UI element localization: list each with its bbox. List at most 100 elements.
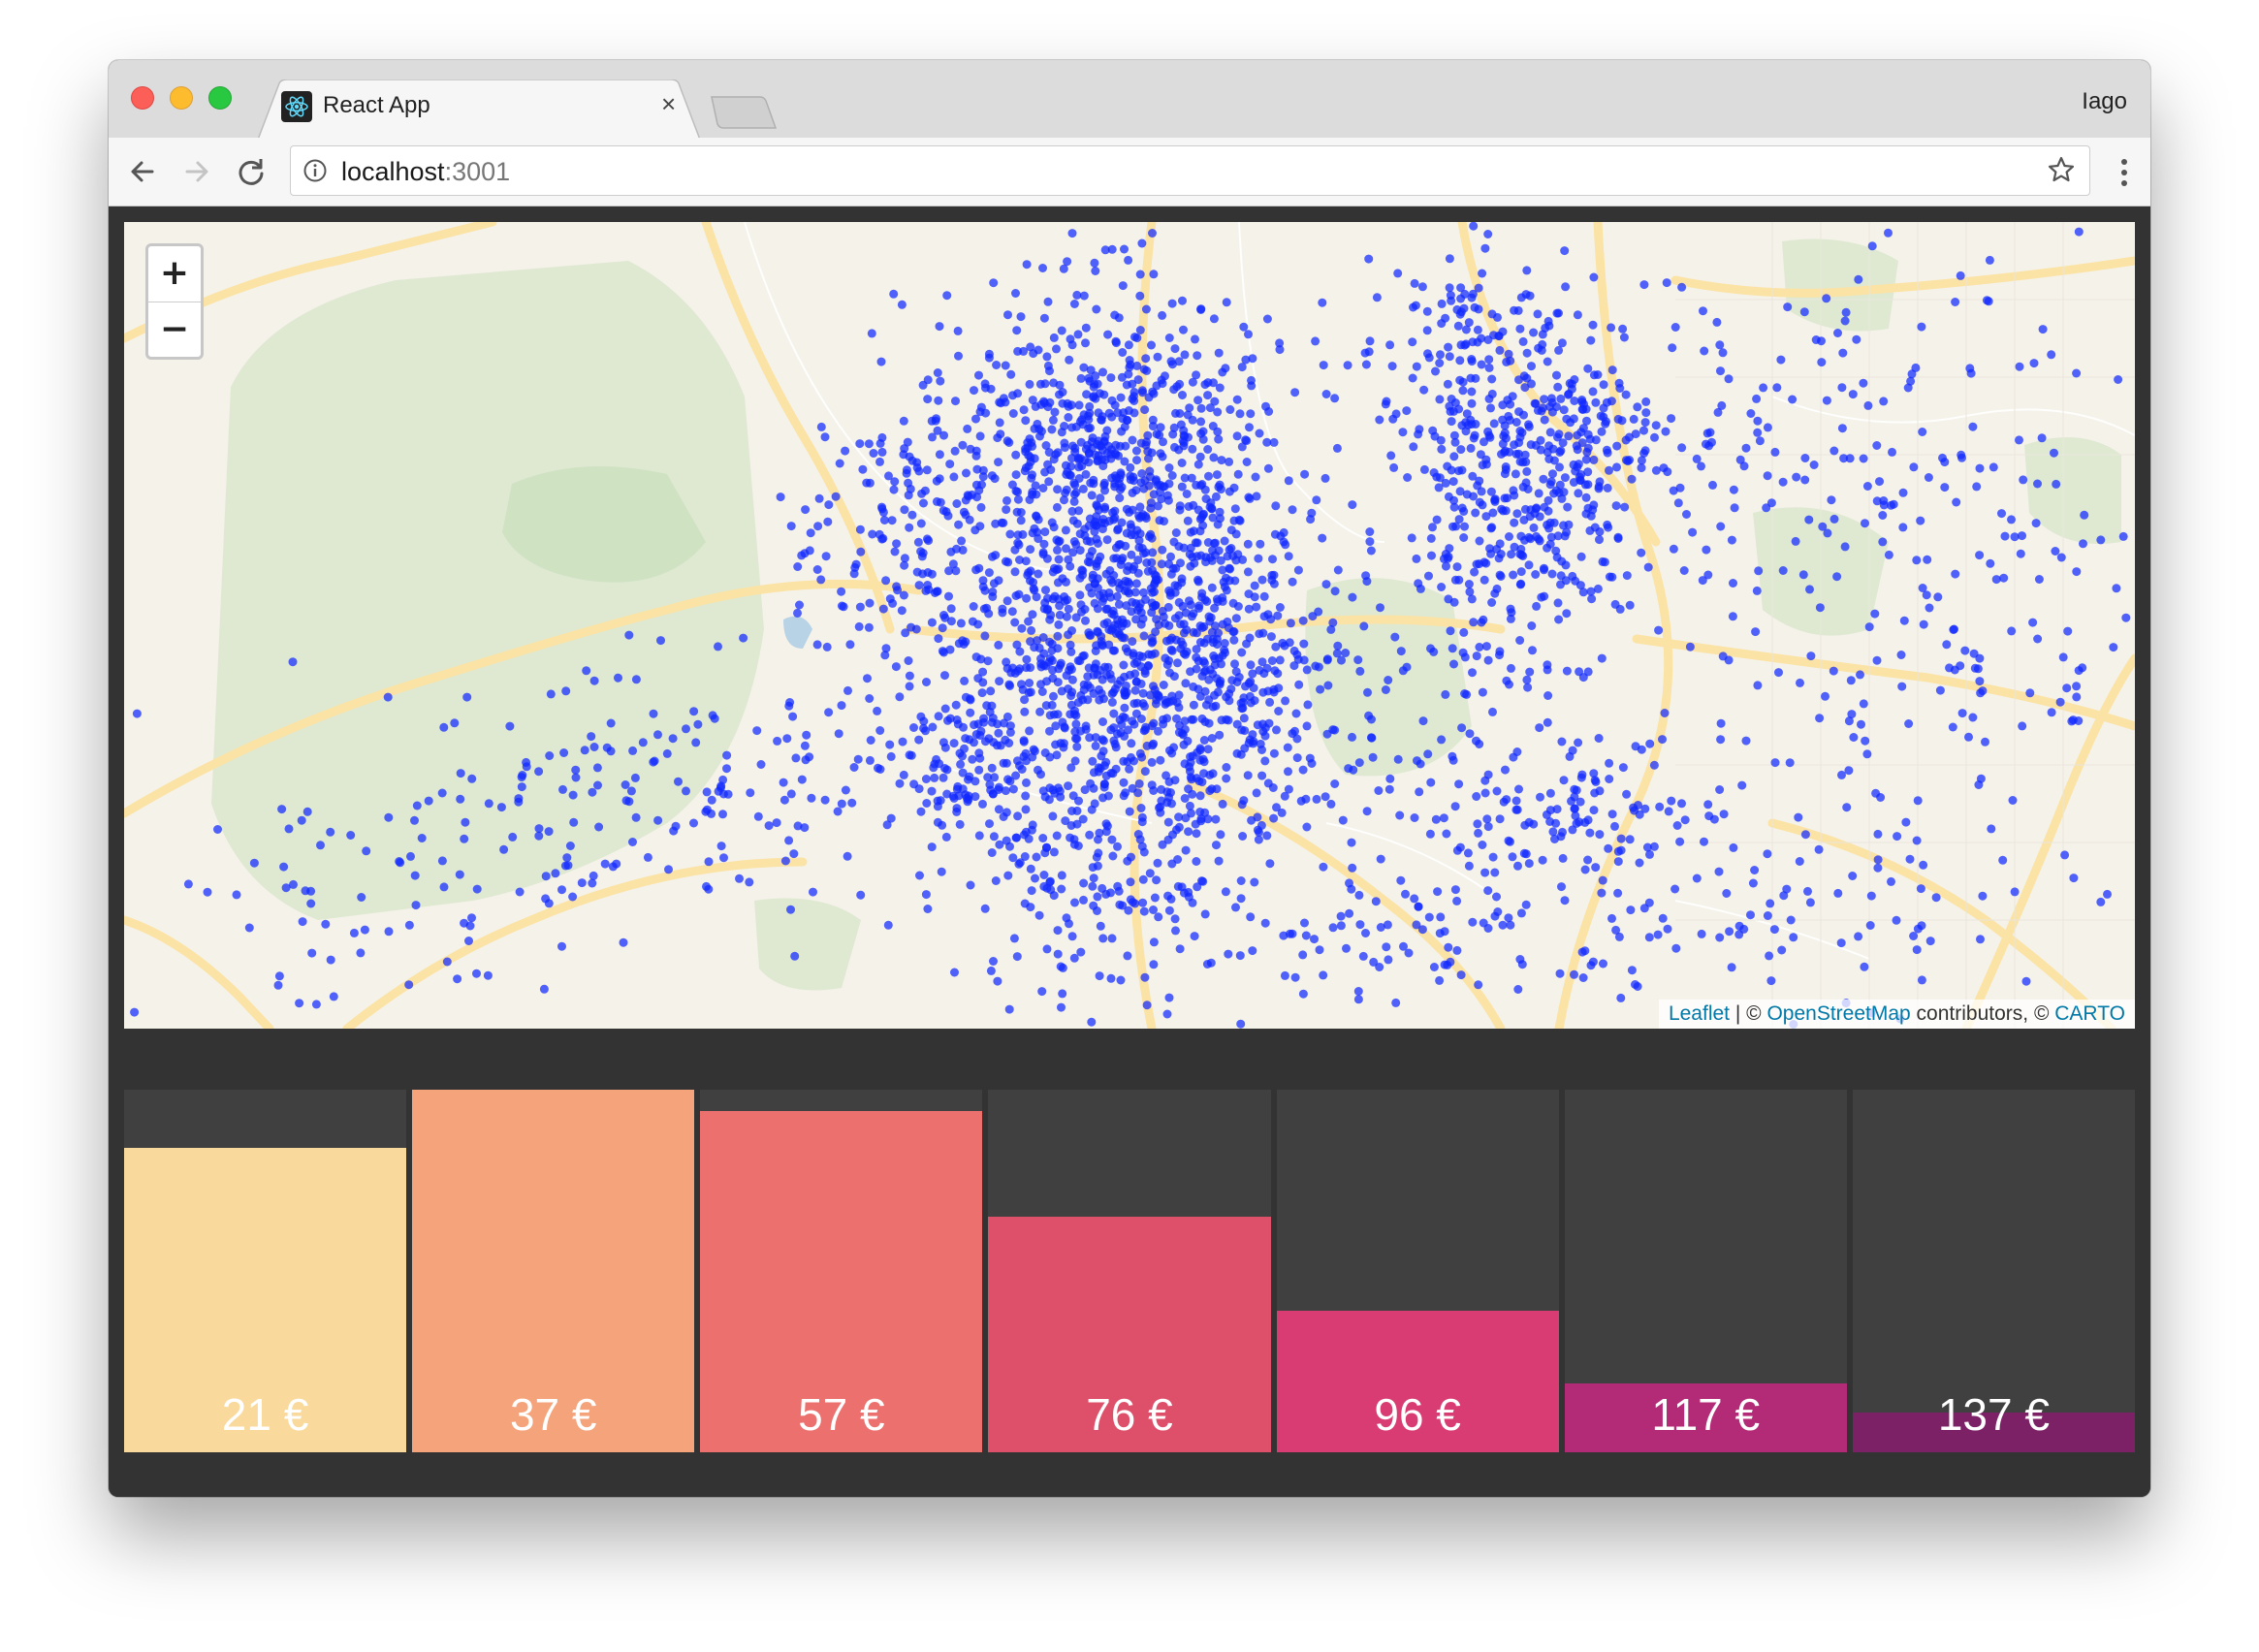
listing-point (1715, 340, 1725, 350)
listing-point (1114, 540, 1124, 550)
listing-point (950, 968, 959, 977)
window-maximize-button[interactable] (208, 86, 232, 110)
listing-point (1269, 813, 1279, 823)
listing-point (1228, 627, 1238, 637)
listing-point (785, 698, 795, 707)
listing-point (1203, 378, 1213, 388)
listing-point (1626, 905, 1636, 915)
listing-point (1032, 852, 1041, 862)
price-bar[interactable]: 37 € (412, 1090, 695, 1452)
listing-point (1418, 716, 1428, 726)
listing-point (1506, 399, 1515, 409)
listing-point (939, 773, 948, 782)
info-icon[interactable] (302, 158, 328, 183)
listing-point (1065, 355, 1074, 365)
listing-point (1557, 556, 1567, 566)
listing-point (812, 640, 822, 650)
listing-point (1602, 397, 1611, 407)
new-tab-button[interactable] (710, 95, 778, 130)
tab-close-icon[interactable]: × (661, 91, 676, 116)
listing-point (1166, 552, 1175, 561)
listing-point (1092, 304, 1101, 314)
listing-point (1009, 934, 1019, 943)
listing-point (790, 951, 800, 961)
listing-point (1510, 518, 1519, 527)
listing-point (2096, 535, 2106, 545)
price-bar[interactable]: 21 € (124, 1090, 407, 1452)
listing-point (897, 606, 907, 616)
map[interactable]: + − Leaflet | © OpenStreetMap contributo… (124, 222, 2135, 1029)
listing-point (1631, 429, 1640, 439)
listing-point (1280, 641, 1289, 651)
listing-point (1495, 814, 1505, 824)
listing-point (1193, 396, 1203, 405)
listing-point (1259, 591, 1269, 601)
listing-point (1540, 395, 1549, 404)
leaflet-link[interactable]: Leaflet (1669, 1002, 1730, 1025)
profile-name[interactable]: Iago (2082, 88, 2127, 115)
listing-point (1867, 241, 1877, 251)
price-bar[interactable]: 117 € (1564, 1090, 1847, 1452)
listing-point (1401, 889, 1410, 899)
listing-point (562, 853, 572, 863)
listing-point (1220, 536, 1229, 546)
openstreetmap-link[interactable]: OpenStreetMap (1766, 1002, 1910, 1025)
bookmark-star-icon[interactable] (2047, 155, 2076, 184)
listing-point (1887, 876, 1895, 886)
carto-link[interactable]: CARTO (2054, 1002, 2125, 1025)
listing-point (1284, 552, 1293, 561)
listing-point (326, 955, 335, 965)
listing-point (1919, 620, 1928, 629)
listing-point (1216, 830, 1225, 840)
reload-icon[interactable] (235, 155, 268, 188)
window-minimize-button[interactable] (170, 86, 193, 110)
listing-point (1211, 492, 1221, 501)
listing-point (930, 759, 939, 769)
listing-point (1751, 627, 1761, 637)
kebab-menu-icon[interactable] (2119, 157, 2129, 188)
listing-point (1017, 623, 1027, 633)
listing-point (1576, 470, 1586, 479)
listing-point (1126, 895, 1135, 905)
price-bar[interactable]: 96 € (1276, 1090, 1559, 1452)
listing-point (1178, 730, 1188, 740)
listing-point (1252, 602, 1261, 612)
zoom-in-button[interactable]: + (148, 246, 201, 302)
listing-point (1186, 527, 1195, 537)
listing-point (707, 809, 716, 818)
listing-point (903, 437, 912, 447)
listing-point (1449, 597, 1459, 607)
listing-point (1107, 934, 1117, 943)
listing-point (460, 834, 469, 843)
listing-point (1049, 691, 1058, 701)
listing-point (1116, 470, 1126, 480)
listing-point (1564, 520, 1574, 529)
price-bar[interactable]: 137 € (1852, 1090, 2135, 1452)
address-bar[interactable]: localhost:3001 (290, 145, 2090, 196)
forward-arrow-icon[interactable] (180, 155, 213, 188)
listing-point (1442, 829, 1451, 839)
listing-point (1754, 566, 1764, 576)
page-content: + − Leaflet | © OpenStreetMap contributo… (109, 206, 2150, 1497)
listing-point (620, 780, 630, 789)
listing-point (1956, 270, 1965, 280)
listing-point (1115, 493, 1125, 503)
listing-point (1715, 933, 1725, 942)
listing-point (1613, 414, 1623, 424)
listing-point (922, 678, 931, 686)
window-close-button[interactable] (131, 86, 154, 110)
listing-point (545, 751, 555, 760)
listing-point (1523, 485, 1533, 493)
zoom-out-button[interactable]: − (148, 302, 201, 357)
price-bar[interactable]: 57 € (700, 1090, 983, 1452)
listing-point (1056, 962, 1066, 971)
listing-point (912, 567, 922, 577)
listing-point (1091, 267, 1100, 275)
listing-point (1456, 445, 1466, 455)
back-arrow-icon[interactable] (126, 155, 159, 188)
listing-point (1238, 555, 1248, 564)
price-bar[interactable]: 76 € (988, 1090, 1271, 1452)
listing-point (1724, 374, 1734, 384)
listing-point (2051, 547, 2060, 556)
listing-point (1778, 477, 1788, 487)
